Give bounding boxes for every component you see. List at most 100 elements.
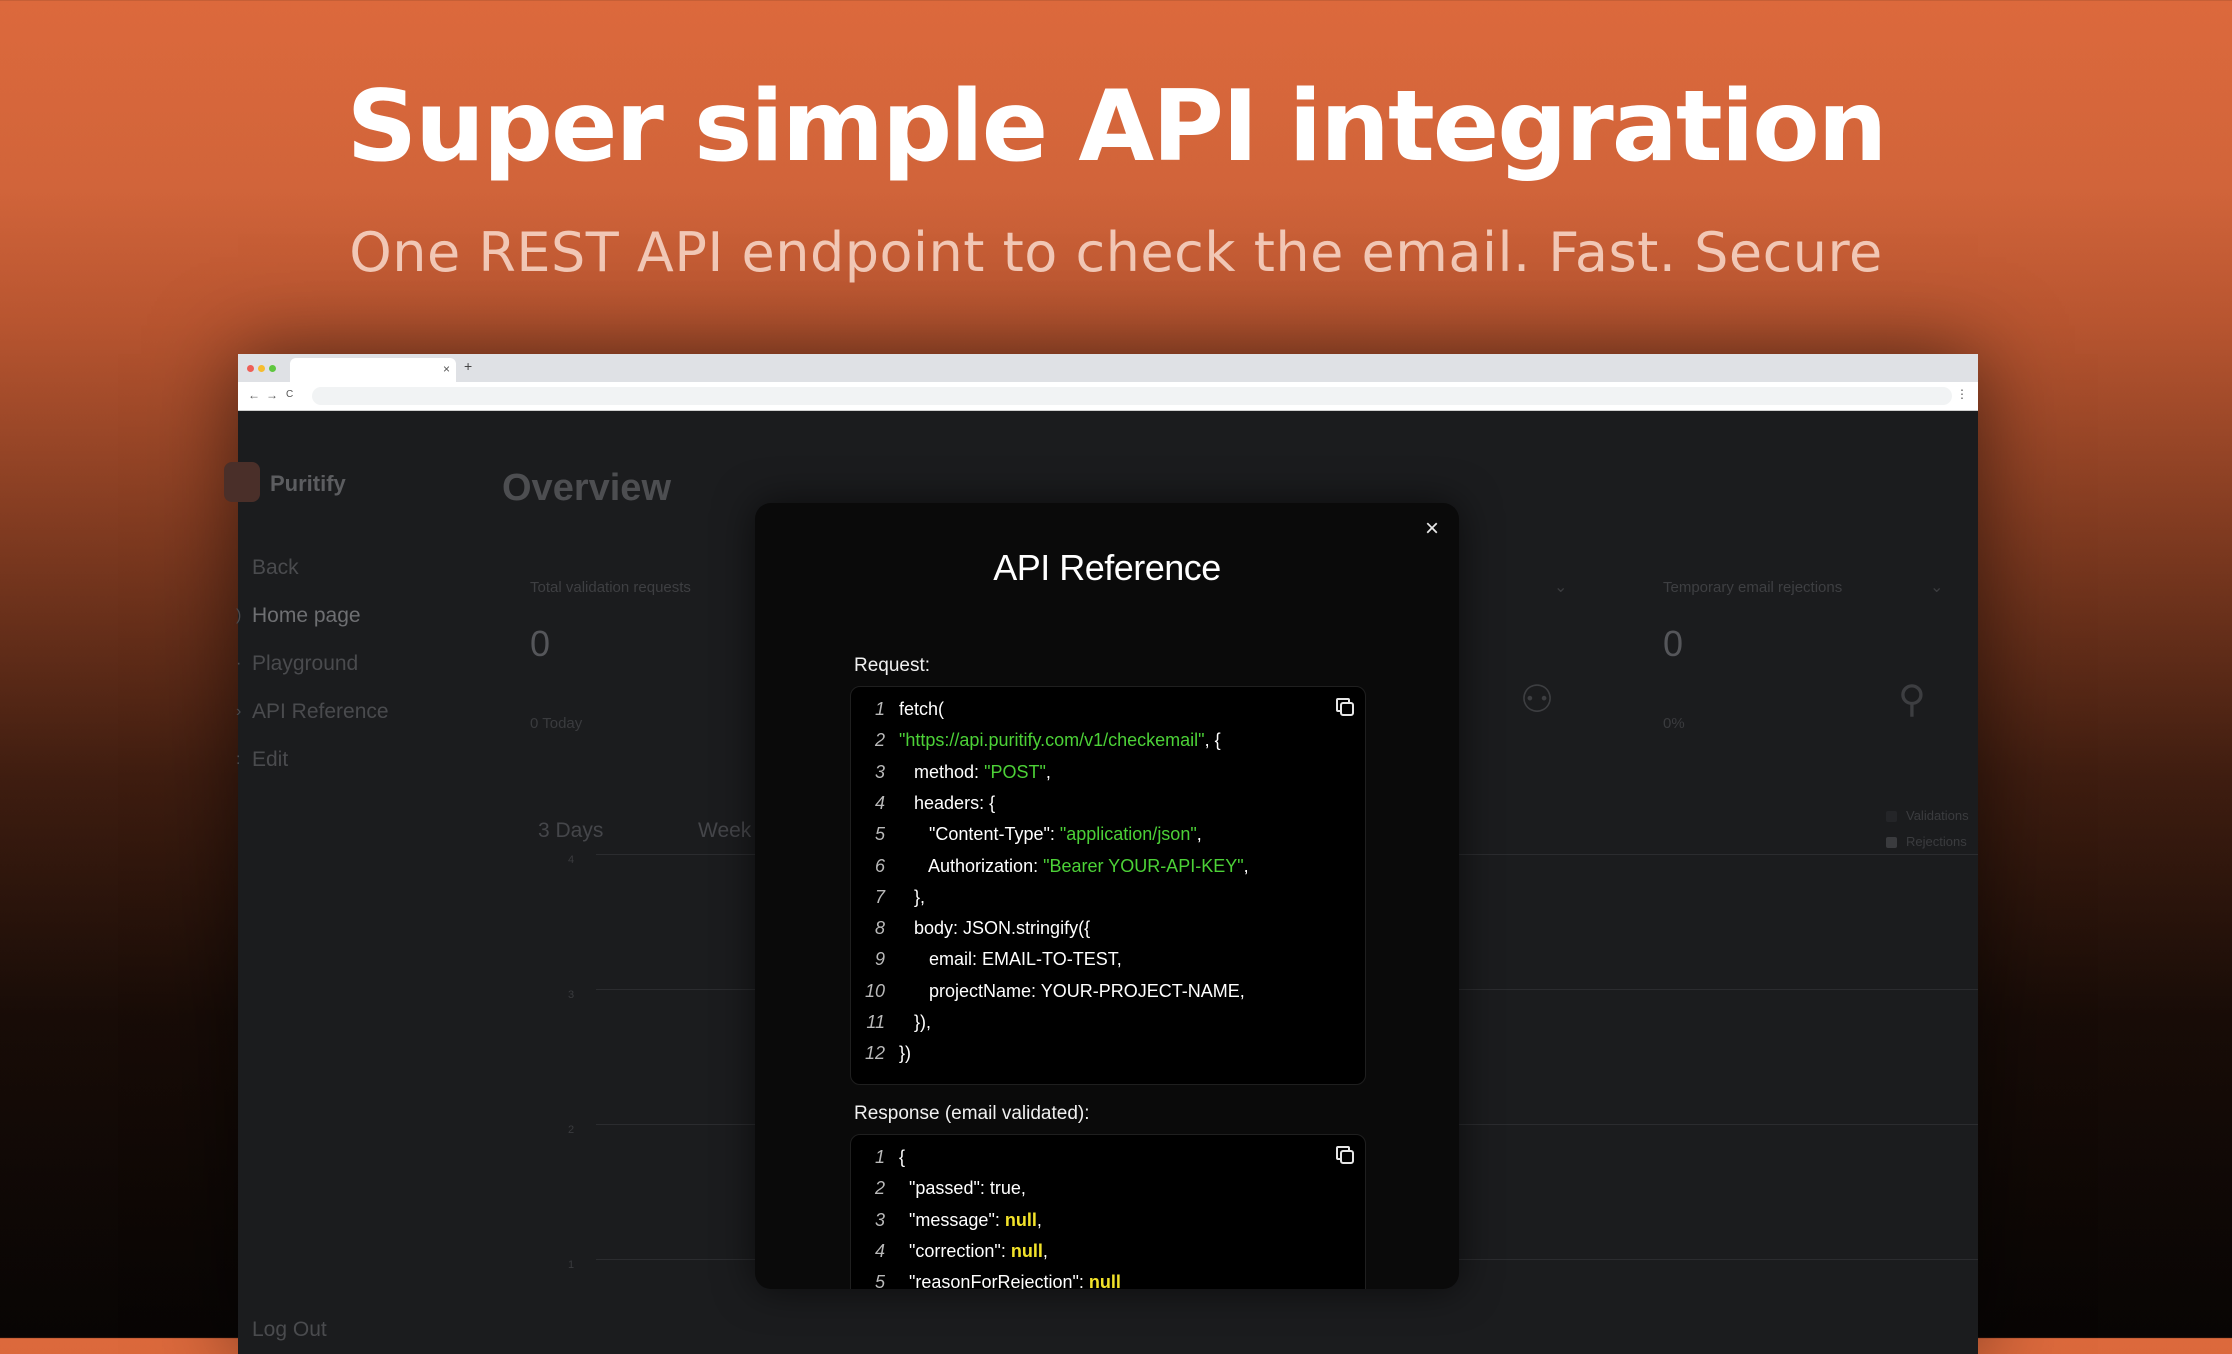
line-number: 1	[874, 1147, 885, 1167]
close-window-dot[interactable]	[247, 365, 254, 372]
code-line: 10 projectName: YOUR-PROJECT-NAME,	[851, 976, 1245, 1007]
copy-icon[interactable]	[1333, 1143, 1357, 1167]
code-line: 5 "Content-Type": "application/json",	[851, 819, 1202, 850]
card-dropdown-icon[interactable]: ⌄	[1930, 577, 1943, 597]
code-token: {	[899, 1147, 906, 1167]
request-label: Request:	[854, 655, 931, 676]
code-line: 12})	[851, 1038, 911, 1069]
modal-title: API Reference	[993, 547, 1221, 588]
code-line: 2 "passed": true,	[851, 1173, 1026, 1204]
code-token: ,	[1045, 761, 1051, 782]
line-number: 8	[874, 918, 885, 939]
code-token: "application/json"	[1059, 824, 1197, 845]
code-token: null	[1010, 1240, 1043, 1261]
hero-subtitle: One REST API endpoint to check the email…	[349, 221, 1883, 284]
playground-icon: ·	[236, 655, 242, 672]
home-icon: )	[236, 607, 242, 624]
code-token: fetch(	[899, 699, 945, 719]
stat-value-rejections: 0	[1663, 623, 1684, 664]
y-tick: 4	[568, 854, 575, 866]
line-number: 2	[874, 1178, 885, 1199]
address-bar[interactable]	[312, 387, 1952, 405]
line-number: 3	[874, 1209, 885, 1230]
code-line: 1 fetch(	[851, 694, 944, 725]
line-number: 6	[874, 855, 885, 876]
code-line: 11 }),	[851, 1007, 931, 1038]
sidebar-item-edit[interactable]: Edit	[252, 748, 288, 772]
y-tick: 1	[568, 1259, 575, 1271]
line-number: 9	[874, 949, 885, 970]
code-line: 9 email: EMAIL-TO-TEST,	[851, 944, 1122, 975]
brand-name: Puritify	[270, 471, 346, 496]
line-number: 11	[866, 1012, 885, 1032]
code-token: ,	[1042, 1240, 1048, 1261]
copy-icon[interactable]	[1333, 695, 1357, 719]
line-number: 5	[874, 1272, 885, 1289]
y-tick: 2	[568, 1124, 575, 1136]
code-token: headers: {	[914, 792, 996, 813]
code-token: "reasonForRejection":	[909, 1272, 1089, 1289]
code-line: 3 method: "POST",	[851, 757, 1051, 788]
logout-button[interactable]: Log Out	[252, 1318, 327, 1342]
card-dropdown-icon[interactable]: ⌄	[1554, 577, 1567, 597]
code-token: email: EMAIL-TO-TEST,	[929, 949, 1122, 970]
range-tab-week[interactable]: Week	[698, 819, 751, 843]
code-token: "https://api.puritify.com/v1/checkemail"	[899, 730, 1205, 751]
code-token: })	[899, 1043, 912, 1064]
puritify-logo-icon	[224, 462, 260, 502]
code-token: projectName: YOUR-PROJECT-NAME,	[929, 980, 1245, 1001]
browser-tab[interactable]: ×	[290, 358, 456, 382]
response-code-block: 1{2 "passed": true, 3 "message": null, 4 "…	[850, 1134, 1366, 1289]
line-number: 1	[874, 699, 885, 719]
range-tab-3-days[interactable]: 3 Days	[538, 819, 603, 843]
api-reference-icon: ›	[236, 703, 242, 720]
stat-label-rejections: Temporary email rejections	[1663, 579, 1843, 596]
hero-title: Super simple API integration	[346, 70, 1888, 184]
line-number: 2	[874, 730, 885, 751]
code-token: body: JSON.stringify({	[914, 918, 1091, 939]
code-line: 4 "correction": null,	[851, 1236, 1048, 1267]
minimize-window-dot[interactable]	[258, 365, 265, 372]
edit-icon: :	[236, 751, 241, 768]
code-token: "passed": true,	[909, 1178, 1026, 1199]
code-line: 6 Authorization: "Bearer YOUR-API-KEY",	[851, 851, 1249, 882]
code-line: 7 },	[851, 882, 925, 913]
sidebar-item-playground[interactable]: Playground	[252, 652, 358, 676]
browser-menu-icon[interactable]: ⋮	[1956, 387, 1968, 401]
code-token: }),	[914, 1012, 932, 1032]
close-icon[interactable]: ×	[1425, 517, 1439, 541]
code-token: "Bearer YOUR-API-KEY"	[1043, 855, 1244, 876]
line-number: 3	[874, 761, 885, 782]
reload-icon[interactable]: C	[286, 389, 293, 400]
code-token: "message":	[909, 1209, 1005, 1230]
code-token: null	[1088, 1272, 1121, 1289]
browser-toolbar: ← → C ⋮	[238, 382, 1978, 411]
back-arrow-icon[interactable]: ←	[248, 388, 260, 402]
stat-label-total: Total validation requests	[530, 579, 691, 596]
sidebar-item-home[interactable]: Home page	[252, 604, 361, 628]
maximize-window-dot[interactable]	[269, 365, 276, 372]
line-number: 7	[874, 886, 885, 907]
tab-close-icon[interactable]: ×	[443, 362, 450, 376]
code-token: "Content-Type":	[929, 824, 1060, 845]
code-line: 1{	[851, 1142, 905, 1173]
browser-tab-strip: × +	[238, 354, 1978, 382]
code-token: Authorization:	[928, 855, 1044, 876]
api-reference-modal: × API Reference Request: 1 fetch( 2 "https:…	[755, 503, 1459, 1289]
code-token: ,	[1243, 855, 1249, 876]
sidebar-item-api-reference[interactable]: API Reference	[252, 700, 389, 724]
line-number: 4	[874, 792, 885, 813]
code-line: 5 "reasonForRejection": null	[851, 1267, 1121, 1289]
legend-swatch-rejections	[1886, 837, 1897, 848]
code-token: method:	[914, 761, 985, 782]
forward-arrow-icon[interactable]: →	[266, 388, 278, 402]
code-line: 3 "message": null,	[851, 1205, 1042, 1236]
response-label: Response (email validated):	[854, 1103, 1090, 1124]
new-tab-icon[interactable]: +	[464, 358, 472, 374]
stat-sub-total: 0 Today	[530, 715, 583, 732]
users-icon: ⚇	[1520, 679, 1555, 721]
code-token: , {	[1204, 730, 1221, 751]
page-title: Overview	[502, 467, 671, 509]
sidebar-item-back[interactable]: Back	[252, 556, 299, 580]
code-token: ,	[1036, 1209, 1042, 1230]
